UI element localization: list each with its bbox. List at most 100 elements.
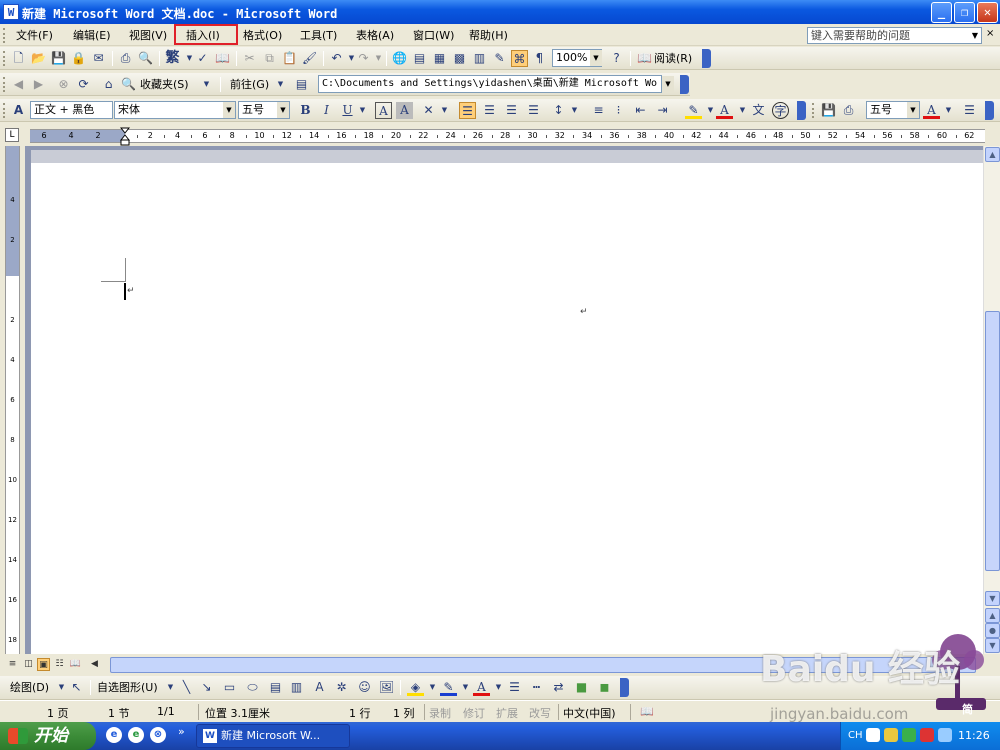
line-color-icon[interactable]: ✎ (440, 679, 457, 696)
bullets-icon[interactable]: ⁝ (610, 102, 627, 119)
toolbar-options-icon[interactable] (680, 75, 689, 94)
print-layout-icon[interactable]: ▣ (37, 658, 50, 671)
arrow-style-icon[interactable]: ⇄ (550, 679, 567, 696)
menu-help[interactable]: 帮助(H) (466, 27, 511, 44)
goto-menu[interactable]: 前往(G) (230, 76, 269, 93)
align-right-icon[interactable]: ☰ (503, 102, 520, 119)
character-border-icon[interactable]: A (375, 102, 392, 119)
print-icon[interactable]: ⎙ (840, 102, 857, 119)
tray-arrow-icon[interactable] (866, 728, 880, 742)
font-color-dropdown-icon[interactable]: ▼ (734, 102, 751, 119)
read-icon[interactable]: 📖 (636, 50, 653, 67)
size2-dropdown-icon[interactable]: ▼ (907, 102, 919, 118)
spelling-icon[interactable]: ✓ (194, 50, 211, 67)
show-only-web-icon[interactable]: ▤ (293, 76, 310, 93)
tray-network-icon[interactable] (902, 728, 916, 742)
shadow-icon[interactable]: ■ (573, 679, 590, 696)
open-icon[interactable]: 📂 (30, 50, 47, 67)
fill-dropdown-icon[interactable]: ▼ (424, 679, 441, 696)
hyperlink-icon[interactable]: 🌐 (391, 50, 408, 67)
italic-icon[interactable]: I (318, 102, 335, 119)
scroll-up-icon[interactable]: ▲ (985, 147, 1000, 162)
back-icon[interactable]: ◀ (10, 76, 27, 93)
oval-icon[interactable]: ⬭ (244, 679, 261, 696)
drawing-icon[interactable]: ✎ (491, 50, 508, 67)
font-color-icon-3[interactable]: A (473, 679, 490, 696)
font-dropdown-icon[interactable]: ▼ (223, 102, 235, 118)
save-icon[interactable]: 💾 (820, 102, 837, 119)
character-scale-icon[interactable]: ✕ (420, 102, 437, 119)
decrease-indent-icon[interactable]: ⇤ (632, 102, 649, 119)
menubar-grip[interactable] (3, 28, 6, 43)
font-color-dropdown-icon-2[interactable]: ▼ (940, 102, 957, 119)
close-button[interactable]: ✕ (977, 2, 998, 23)
maximize-button[interactable]: ❐ (954, 2, 975, 23)
forward-icon[interactable]: ▶ (30, 76, 47, 93)
status-rec[interactable]: 录制 (429, 705, 451, 721)
align-left-icon-2[interactable]: ☰ (961, 102, 978, 119)
line-icon[interactable]: ╲ (178, 679, 195, 696)
tab-selector[interactable]: L (5, 128, 19, 142)
enclose-characters-icon[interactable]: 字 (772, 102, 789, 119)
line-spacing-icon[interactable]: ↕ (550, 102, 567, 119)
format-painter-icon[interactable]: 🖌 (301, 50, 318, 67)
spelling-status-icon[interactable]: 📖 (640, 705, 654, 718)
favorites-menu[interactable]: 收藏夹(S) (140, 76, 189, 93)
numbering-icon[interactable]: ≡ (590, 102, 607, 119)
word-app-icon[interactable]: W (3, 4, 19, 20)
print-icon[interactable]: ⎙ (117, 50, 134, 67)
prev-page-icon[interactable]: ▲ (985, 608, 1000, 623)
line-style-icon[interactable]: ☰ (506, 679, 523, 696)
copy-icon[interactable]: ⧉ (261, 50, 278, 67)
toolbar-grip[interactable] (3, 77, 6, 92)
help-icon[interactable]: ? (608, 50, 625, 67)
fill-color-icon[interactable]: ◈ (407, 679, 424, 696)
clipart-icon[interactable]: ☺ (356, 679, 373, 696)
redo-dropdown-icon[interactable]: ▼ (370, 50, 387, 67)
align-left-icon[interactable]: ☰ (459, 102, 476, 119)
select-objects-icon[interactable]: ↖ (68, 679, 85, 696)
normal-view-icon[interactable]: ≡ (6, 658, 19, 671)
paste-icon[interactable]: 📋 (281, 50, 298, 67)
show-hide-icon[interactable]: ¶ (531, 50, 548, 67)
toolbar-grip[interactable] (812, 103, 815, 118)
character-shading-icon[interactable]: A (396, 102, 413, 119)
insert-table-icon[interactable]: ▦ (431, 50, 448, 67)
search-web-icon[interactable]: 🔍 (120, 76, 137, 93)
status-ext[interactable]: 扩展 (496, 705, 518, 721)
wordart-icon[interactable]: A (311, 679, 328, 696)
line-color-dropdown-icon[interactable]: ▼ (457, 679, 474, 696)
underline-dropdown-icon[interactable]: ▼ (354, 102, 371, 119)
research-icon[interactable]: 📖 (214, 50, 231, 67)
picture-icon[interactable]: 🖼 (378, 679, 395, 696)
menu-tools[interactable]: 工具(T) (297, 27, 340, 44)
justify-icon[interactable]: ☰ (525, 102, 542, 119)
refresh-icon[interactable]: ⟳ (75, 76, 92, 93)
font-color-icon-2[interactable]: A (923, 102, 940, 119)
autoshapes-menu[interactable]: 自选图形(U) (97, 679, 158, 696)
cut-icon[interactable]: ✂ (241, 50, 258, 67)
doc-close-icon[interactable]: × (986, 28, 994, 39)
columns-icon[interactable]: ▥ (471, 50, 488, 67)
favorites-dropdown-icon[interactable]: ▼ (198, 76, 215, 93)
line-spacing-dropdown-icon[interactable]: ▼ (566, 102, 583, 119)
quicklaunch-app-icon[interactable]: ⊗ (150, 727, 166, 743)
toolbar-options-icon[interactable] (702, 49, 711, 68)
traditional-chinese-button[interactable]: 繁 (164, 50, 181, 67)
textbox-icon[interactable]: ▤ (267, 679, 284, 696)
scale-dropdown-icon[interactable]: ▼ (436, 102, 453, 119)
styles-formatting-icon[interactable]: A (10, 102, 27, 119)
taskbar-word-item[interactable]: 新建 Microsoft W... (196, 724, 350, 748)
toolbar-options-icon[interactable] (797, 101, 806, 120)
goto-dropdown-icon[interactable]: ▼ (272, 76, 289, 93)
phonetic-guide-icon[interactable]: 文 (750, 102, 767, 119)
status-ovr[interactable]: 改写 (529, 705, 551, 721)
vertical-textbox-icon[interactable]: ▥ (288, 679, 305, 696)
vertical-scrollbar[interactable]: ▲ ▼ ▲ ● ▼ (983, 146, 1000, 654)
menu-window[interactable]: 窗口(W) (410, 27, 457, 44)
permission-icon[interactable]: 🔒 (70, 50, 87, 67)
help-search-input[interactable]: 键入需要帮助的问题 (807, 27, 982, 44)
language-indicator[interactable]: CH (848, 730, 863, 741)
menu-view[interactable]: 视图(V) (126, 27, 170, 44)
highlight-icon[interactable]: ✎ (685, 102, 702, 119)
